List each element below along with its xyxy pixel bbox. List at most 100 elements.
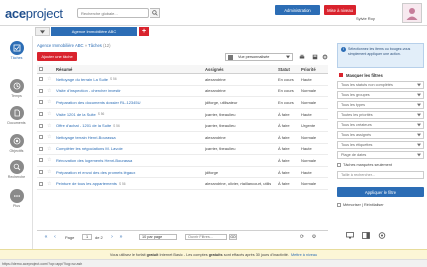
table-row[interactable]: ☆ Compléter les négociations M. Lavoie jca… xyxy=(37,144,328,156)
add-project-button[interactable]: + xyxy=(139,27,149,36)
column-header-status[interactable]: Statut xyxy=(278,65,298,73)
task-name-link[interactable]: Nettoyage du terrain La Suite S 56 xyxy=(56,74,182,85)
table-row[interactable]: ☆ Nettoyage terrain Henri-Bourassa alexand… xyxy=(37,132,328,144)
expand-icon[interactable] xyxy=(378,232,386,239)
per-page-select[interactable]: 10 par page xyxy=(139,234,177,240)
settings-icon[interactable] xyxy=(320,53,329,61)
breadcrumb-section[interactable]: Tâches xyxy=(88,43,102,48)
row-checkbox[interactable] xyxy=(39,167,45,178)
table-row[interactable]: ☆ Visite d'inspection - chercher investir… xyxy=(37,86,328,98)
sidebar-item-goals[interactable]: Objectifs xyxy=(0,134,33,158)
table-row[interactable]: ☆ Préparation des documents dossier RL-12… xyxy=(37,97,328,109)
go-button[interactable]: GO xyxy=(229,234,237,240)
memorize-label: Mémoriser | Réinitialiser xyxy=(343,202,384,207)
filter-select[interactable]: Tous les assignés xyxy=(337,131,424,139)
view-options-icon[interactable] xyxy=(226,53,235,61)
row-checkbox[interactable] xyxy=(39,74,45,85)
print-icon[interactable] xyxy=(297,53,306,61)
task-name-link[interactable]: Rénovation des logements Henri-Bourassa xyxy=(56,155,182,166)
table-row[interactable]: ☆ Offre d'achat - 1201 de la Suite S 56 jca… xyxy=(37,120,328,132)
row-checkbox[interactable] xyxy=(39,155,45,166)
add-task-button[interactable]: Ajouter une tâche xyxy=(37,52,77,61)
breadcrumb-project-link[interactable]: Agence Immobilière ABC xyxy=(37,43,84,48)
table-row[interactable]: ☆ Préparation et envoi des des promets lé… xyxy=(37,167,328,179)
task-name-link[interactable]: Visite d'inspection - chercher investir xyxy=(56,86,182,97)
previous-page-icon[interactable]: ‹ xyxy=(52,234,58,240)
star-icon[interactable]: ☆ xyxy=(47,120,53,131)
avatar[interactable] xyxy=(402,3,422,23)
sidebar: Tâches Temps Documents Objectifs Recherc… xyxy=(0,36,33,258)
select-all-checkbox[interactable] xyxy=(39,65,45,73)
column-header-priority[interactable]: Priorité xyxy=(301,65,327,73)
open-filter-input[interactable]: Ouvrir Filtres... xyxy=(185,234,227,240)
star-icon[interactable]: ☆ xyxy=(47,74,53,85)
search-button[interactable] xyxy=(150,8,160,18)
last-page-icon[interactable]: » xyxy=(118,234,124,240)
filter-select[interactable]: Toutes les priorités xyxy=(337,111,424,119)
row-checkbox[interactable] xyxy=(39,132,45,143)
upgrade-link[interactable]: Mettre à niveau xyxy=(291,253,317,257)
tab-current-project[interactable]: Agence Immobilière ABC xyxy=(51,27,137,36)
settings-icon[interactable]: ⚙ xyxy=(311,234,317,240)
table-row[interactable]: ☆ Nettoyage du terrain La Suite S 56 alexan… xyxy=(37,74,328,86)
task-name-link[interactable]: Préparation et envoi des des promets lég… xyxy=(56,167,182,178)
next-page-icon[interactable]: › xyxy=(109,234,115,240)
upgrade-button[interactable]: Mise à niveau xyxy=(324,5,356,15)
toggle-filters-button[interactable]: Masquer les filtres xyxy=(337,71,424,79)
sidebar-item-time[interactable]: Temps xyxy=(0,79,33,103)
administration-button[interactable]: Administration xyxy=(275,5,320,15)
star-icon[interactable]: ☆ xyxy=(47,144,53,155)
view-select[interactable]: Vue personnalisée xyxy=(225,53,293,61)
filter-select[interactable]: Tous les types xyxy=(337,101,424,109)
marked-only-checkbox[interactable]: Tâches marquées seulement xyxy=(337,161,424,168)
star-icon[interactable]: ☆ xyxy=(47,167,53,178)
table-row[interactable]: ☆ Rénovation des logements Henri-Bourassa… xyxy=(37,155,328,167)
task-name-link[interactable]: Nettoyage terrain Henri-Bourassa xyxy=(56,132,182,143)
task-name-link[interactable]: Peinture de tous les appartements S 56 xyxy=(56,178,182,189)
checkbox[interactable] xyxy=(337,202,341,207)
table-row[interactable]: ☆ Peinture de tous les appartements S 56 al… xyxy=(37,178,328,190)
sidebar-item-search[interactable]: Recherche xyxy=(0,160,33,184)
filter-select[interactable]: Tous les groupes xyxy=(337,91,424,99)
task-name-link[interactable]: Préparation des documents dossier RL-123… xyxy=(56,97,182,108)
column-header-assigned[interactable]: Assignés xyxy=(205,65,271,73)
star-icon[interactable]: ☆ xyxy=(47,155,53,166)
apply-filter-button[interactable]: Appliquer le filtre xyxy=(337,187,424,197)
page-number-input[interactable]: 1 xyxy=(82,234,92,240)
star-icon[interactable]: ☆ xyxy=(47,178,53,189)
row-checkbox[interactable] xyxy=(39,97,45,108)
star-icon[interactable]: ☆ xyxy=(47,97,53,108)
filter-select[interactable]: Plage de dates xyxy=(337,151,424,159)
collapse-panel-icon[interactable] xyxy=(362,232,370,239)
keyword-input[interactable]: Taille à rechercher... xyxy=(337,171,424,179)
export-icon[interactable] xyxy=(310,53,319,61)
star-icon[interactable]: ☆ xyxy=(47,132,53,143)
table-row[interactable]: ☆ Visite 1201 de la Suite S 56 jcarrier, tb… xyxy=(37,109,328,121)
row-checkbox[interactable] xyxy=(39,86,45,97)
user-name[interactable]: Sylvie Roy xyxy=(356,16,375,21)
sidebar-item-tasks[interactable]: Tâches xyxy=(0,41,33,65)
project-dropdown-button[interactable] xyxy=(35,27,50,36)
checkbox[interactable] xyxy=(337,162,341,167)
memorize-filter-checkbox[interactable]: Mémoriser | Réinitialiser xyxy=(337,201,424,208)
filter-select[interactable]: Tous les créateurs xyxy=(337,121,424,129)
app-logo[interactable]: aceproject xyxy=(5,6,63,21)
row-checkbox[interactable] xyxy=(39,178,45,189)
filter-select[interactable]: Tous les statuts non complétés xyxy=(337,81,424,89)
sidebar-item-documents[interactable]: Documents xyxy=(0,106,33,130)
first-page-icon[interactable]: « xyxy=(43,234,49,240)
task-name-link[interactable]: Offre d'achat - 1201 de la Suite S 56 xyxy=(56,120,182,131)
refresh-icon[interactable]: ⟳ xyxy=(299,234,305,240)
row-checkbox[interactable] xyxy=(39,120,45,131)
star-icon[interactable]: ☆ xyxy=(47,109,53,120)
filter-select[interactable]: Tous les étiquettes xyxy=(337,141,424,149)
global-search-input[interactable] xyxy=(77,8,149,18)
sidebar-item-more[interactable]: Plus xyxy=(0,189,33,213)
row-checkbox[interactable] xyxy=(39,144,45,155)
task-name-link[interactable]: Visite 1201 de la Suite S 56 xyxy=(56,109,182,120)
task-name-link[interactable]: Compléter les négociations M. Lavoie xyxy=(56,144,182,155)
column-header-name[interactable]: Résumé xyxy=(56,65,182,73)
monitor-icon[interactable] xyxy=(346,232,354,239)
star-icon[interactable]: ☆ xyxy=(47,86,53,97)
row-checkbox[interactable] xyxy=(39,109,45,120)
